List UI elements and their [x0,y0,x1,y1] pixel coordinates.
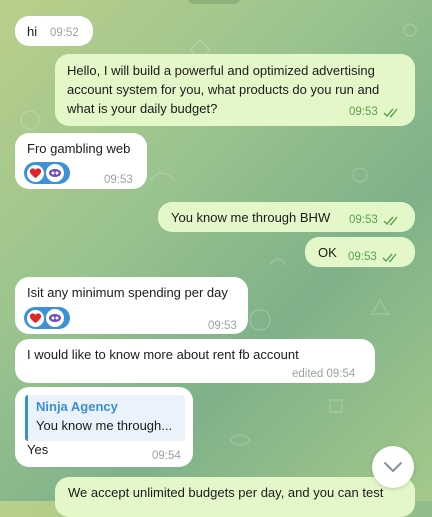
time-label: edited 09:54 [292,368,356,380]
message-bubble-outgoing[interactable]: Hello, I will build a powerful and optim… [55,54,415,126]
red-heart-icon [27,164,44,182]
reaction-badge[interactable] [24,162,70,184]
message-bubble-outgoing[interactable]: OK 09:53 [305,237,415,267]
double-check-icon [383,108,398,117]
message-meta: 09:53 [349,211,401,230]
reactor-avatar [46,164,64,182]
date-pill [188,0,240,4]
message-bubble-incoming[interactable]: Isit any minimum spending per day 09:53 [15,277,248,334]
message-text: We accept unlimited budgets per day, and… [68,485,384,500]
message-time: 09:54 [152,447,181,466]
message-bubble-outgoing[interactable]: You know me through BHW 09:53 [158,202,415,232]
time-label: 09:53 [104,174,133,186]
message-bubble-incoming[interactable]: I would like to know more about rent fb … [15,339,375,383]
time-label: 09:53 [208,320,237,332]
reply-snippet: You know me through... [36,418,173,433]
message-text-line-1: Hello, I will build a powerful and optim… [67,63,375,78]
message-time: 09:53 [104,171,133,190]
message-bubble-incoming[interactable]: Fro gambling web 09:53 [15,133,147,189]
reply-quote[interactable]: Ninja Agency You know me through... [25,395,185,441]
message-text: Isit any minimum spending per day [27,285,228,300]
message-text-line-3: what is your daily budget? [67,101,218,116]
message-time: 09:53 [208,317,237,336]
chevron-down-icon [384,462,402,472]
time-label: 09:52 [50,27,79,39]
message-text-line-2: account system for you, what products do… [67,82,380,97]
message-text: hi [27,24,38,39]
message-bubble-incoming[interactable]: Ninja Agency You know me through... Yes … [15,387,193,467]
message-text: I would like to know more about rent fb … [27,347,299,362]
message-bubble-incoming[interactable]: hi 09:52 [15,16,93,46]
time-label: 09:53 [348,251,377,263]
message-meta: 09:53 [348,248,400,267]
double-check-icon [383,216,398,225]
message-text: You know me through BHW [171,210,331,225]
time-label: 09:54 [152,450,181,462]
message-text: Yes [27,442,49,457]
message-time: edited 09:54 [292,365,355,384]
message-bubble-outgoing[interactable]: We accept unlimited budgets per day, and… [55,477,415,517]
red-heart-icon [27,309,44,327]
message-text: OK [318,245,337,260]
reaction-badge[interactable] [24,307,70,329]
reactor-avatar [46,309,64,327]
message-text: Fro gambling web [27,141,131,156]
scroll-to-bottom-button[interactable] [372,446,414,488]
double-check-icon [382,253,397,262]
time-label: 09:53 [349,214,378,226]
message-time: 09:52 [50,24,79,43]
time-label: 09:53 [349,106,378,118]
reply-sender-name: Ninja Agency [36,399,118,414]
message-meta: 09:53 [349,103,401,122]
